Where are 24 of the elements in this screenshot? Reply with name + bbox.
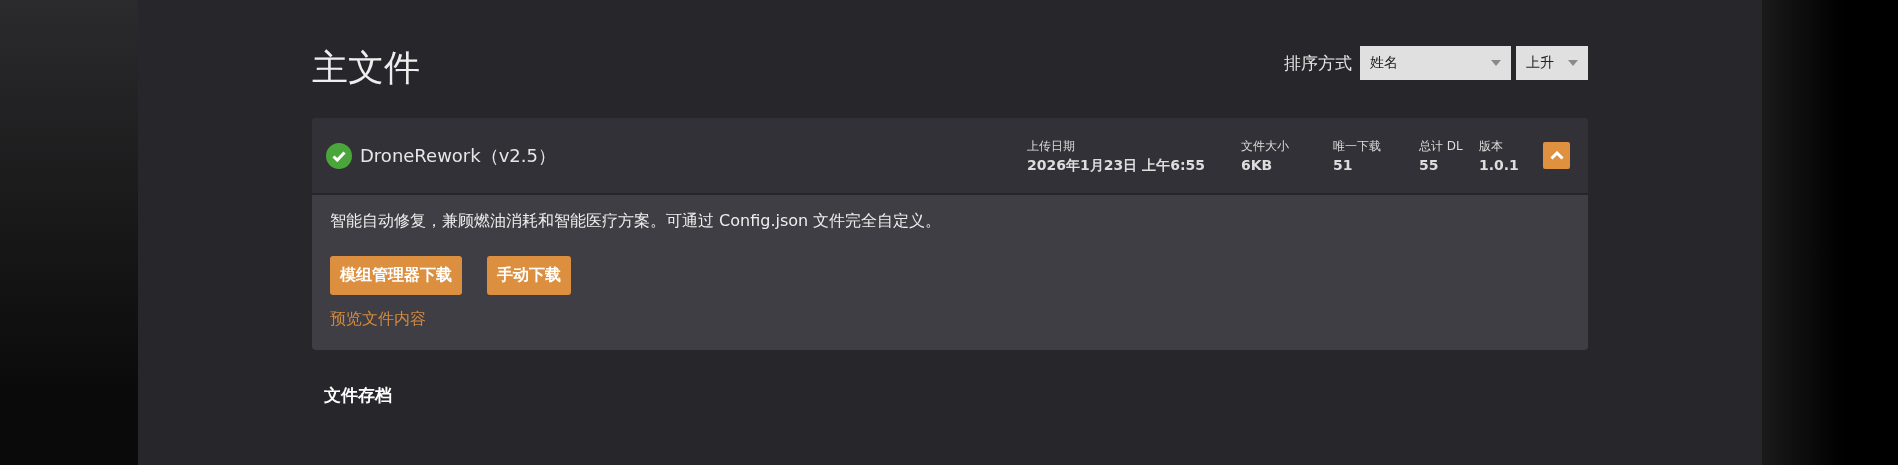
section-heading: 文件存档 [324,384,393,407]
file-description: 智能自动修复，兼顾燃油消耗和智能医疗方案。可通过 Config.json 文件完全自定义。 [330,211,943,232]
download-button[interactable]: 模组管理器下载 [330,256,462,295]
page-title: 主文件 [312,46,420,90]
download-button[interactable]: 手动下载 [487,256,571,295]
sort-field-dropdown[interactable]: 姓名 [1360,46,1511,80]
stat-label: 文件大小 [1241,137,1289,154]
stat-value: 51 [1333,155,1353,174]
preview-link[interactable]: 预览文件内容 [330,309,426,330]
stat-label: 总计 DL [1419,137,1463,154]
chevron-icon [1549,151,1564,160]
file-name: DroneRework（v2.5） [360,143,557,168]
sort-order-dropdown[interactable]: 上升 [1516,46,1588,80]
stat-label: 版本 [1479,137,1503,154]
caret-icon [1491,60,1501,66]
stat-value: 1.0.1 [1479,155,1519,174]
stat-value: 2026年1月23日 上午6:55 [1027,155,1205,174]
stat-label: 上传日期 [1027,137,1076,154]
stat-value: 6KB [1241,155,1273,174]
collapse-button[interactable] [1543,142,1570,169]
stat-label: 唯一下载 [1333,137,1381,154]
stat-value: 55 [1419,155,1439,174]
sort-label: 排序方式 [1284,51,1352,75]
caret-icon [1568,60,1578,66]
